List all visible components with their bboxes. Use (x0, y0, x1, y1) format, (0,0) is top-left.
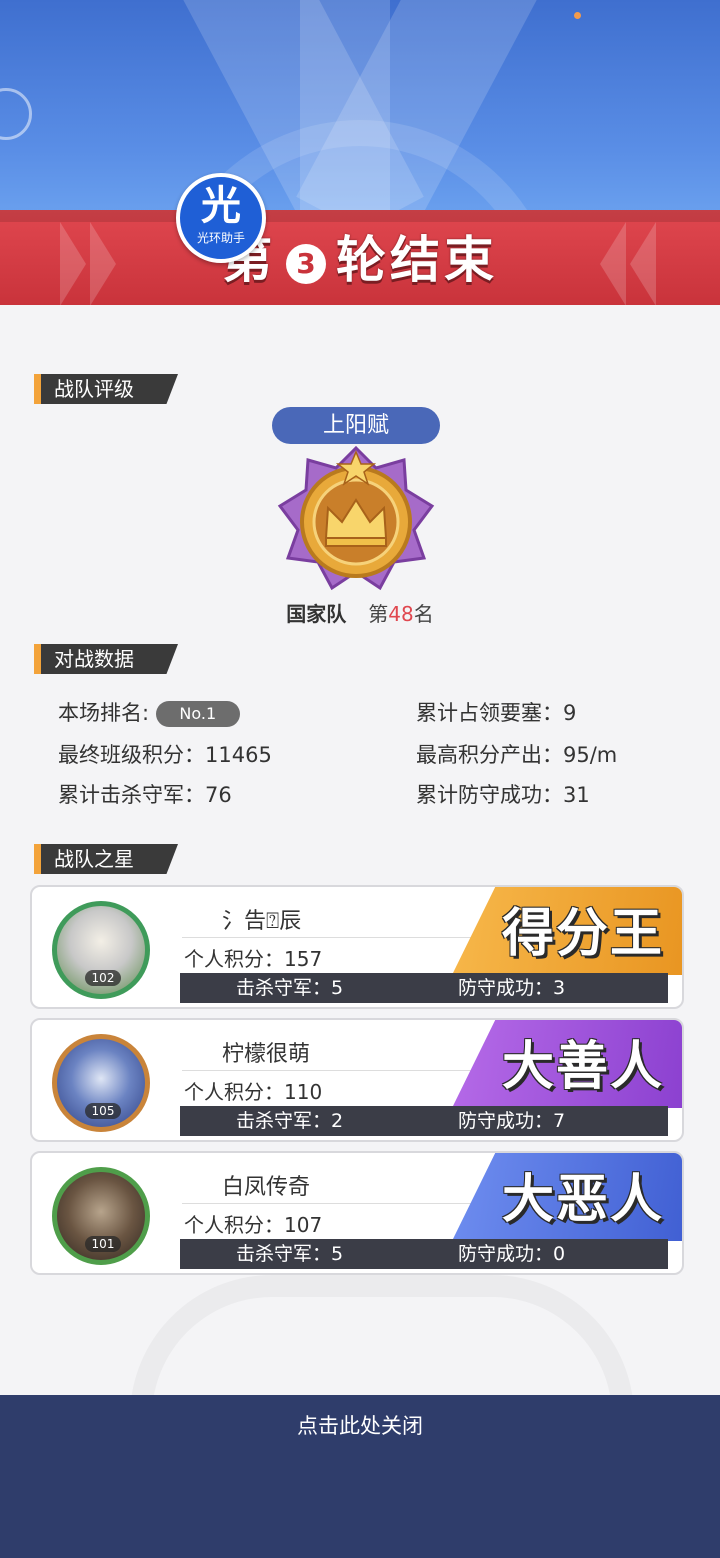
close-button[interactable]: 点击此处关闭 (0, 1410, 720, 1440)
player-name: 白凤传奇 (222, 1175, 311, 1200)
rank-badge: No.1 (155, 701, 240, 727)
final-score-stat: 最终班级积分：11465 (58, 743, 272, 767)
section-title-team-stars: 战队之星 (34, 844, 178, 874)
player-score: 个人积分：110 (184, 1080, 323, 1104)
logo-text: 光 (201, 183, 241, 229)
avatar-level: 102 (85, 970, 121, 986)
player-kills: 击杀守军：5 (236, 1243, 344, 1265)
rank-prefix: 第 (368, 602, 389, 626)
player-name: 柠檬很萌 (222, 1042, 311, 1067)
this-rank-label: 本场排名: (58, 701, 150, 725)
rank-suffix: 名 (413, 602, 434, 626)
player-avatar: 102 (52, 901, 150, 999)
avatar-level: 105 (85, 1103, 121, 1119)
player-defense: 防守成功：3 (458, 977, 566, 999)
player-defense: 防守成功：7 (458, 1110, 566, 1132)
round-title: 第 3 轮结束 (0, 220, 720, 292)
header-background (0, 0, 720, 215)
team-name: 国家队 (286, 602, 347, 626)
app-logo: 光 光环助手 (176, 173, 266, 263)
team-rank-line: 国家队 第48名 (0, 598, 720, 627)
player-score: 个人积分：157 (184, 947, 323, 971)
player-avatar: 101 (52, 1167, 150, 1265)
player-kills: 击杀守军：2 (236, 1110, 344, 1132)
divider (182, 937, 492, 938)
team-rank: 第48名 (368, 602, 433, 626)
this-rank-stat: 本场排名: No.1 (58, 697, 240, 727)
player-title: 大恶人 (502, 1170, 665, 1230)
player-score: 个人积分：107 (184, 1213, 323, 1237)
player-kills: 击杀守军：5 (236, 977, 344, 999)
divider (182, 1203, 492, 1204)
divider (182, 1070, 492, 1071)
notification-dot (574, 12, 581, 19)
defenses-stat: 累计防守成功：31 (416, 783, 590, 807)
round-title-suffix: 轮结束 (336, 231, 498, 289)
player-avatar: 105 (52, 1034, 150, 1132)
logo-subtext: 光环助手 (196, 231, 245, 245)
player-defense: 防守成功：0 (458, 1243, 566, 1265)
kills-stat: 累计击杀守军：76 (58, 783, 232, 807)
section-title-battle-data: 对战数据 (34, 644, 178, 674)
max-rate-stat: 最高积分产出：95/m (416, 743, 618, 767)
player-stat-bar: 击杀守军：5 防守成功：3 (180, 973, 668, 1003)
player-stat-bar: 击杀守军：2 防守成功：7 (180, 1106, 668, 1136)
player-card: 105 柠檬很萌 个人积分：110 击杀守军：2 防守成功：7 大善人 (30, 1018, 684, 1142)
round-number: 3 (286, 243, 326, 284)
player-title: 得分王 (502, 904, 665, 964)
rank-number: 48 (388, 602, 414, 626)
avatar-level: 101 (85, 1236, 121, 1252)
fortresses-stat: 累计占领要塞：9 (416, 701, 577, 725)
player-card: 102 氵告⍰辰 个人积分：157 击杀守军：5 防守成功：3 得分王 (30, 885, 684, 1009)
rank-title-pill: 上阳赋 (272, 407, 440, 444)
player-name: 氵告⍰辰 (222, 909, 302, 934)
player-card: 101 白凤传奇 个人积分：107 击杀守军：5 防守成功：0 大恶人 (30, 1151, 684, 1275)
player-stat-bar: 击杀守军：5 防守成功：0 (180, 1239, 668, 1269)
side-emblem-icon (0, 88, 32, 140)
crown-medal-icon (277, 446, 435, 591)
section-title-team-rating: 战队评级 (34, 374, 178, 404)
player-title: 大善人 (502, 1037, 665, 1097)
